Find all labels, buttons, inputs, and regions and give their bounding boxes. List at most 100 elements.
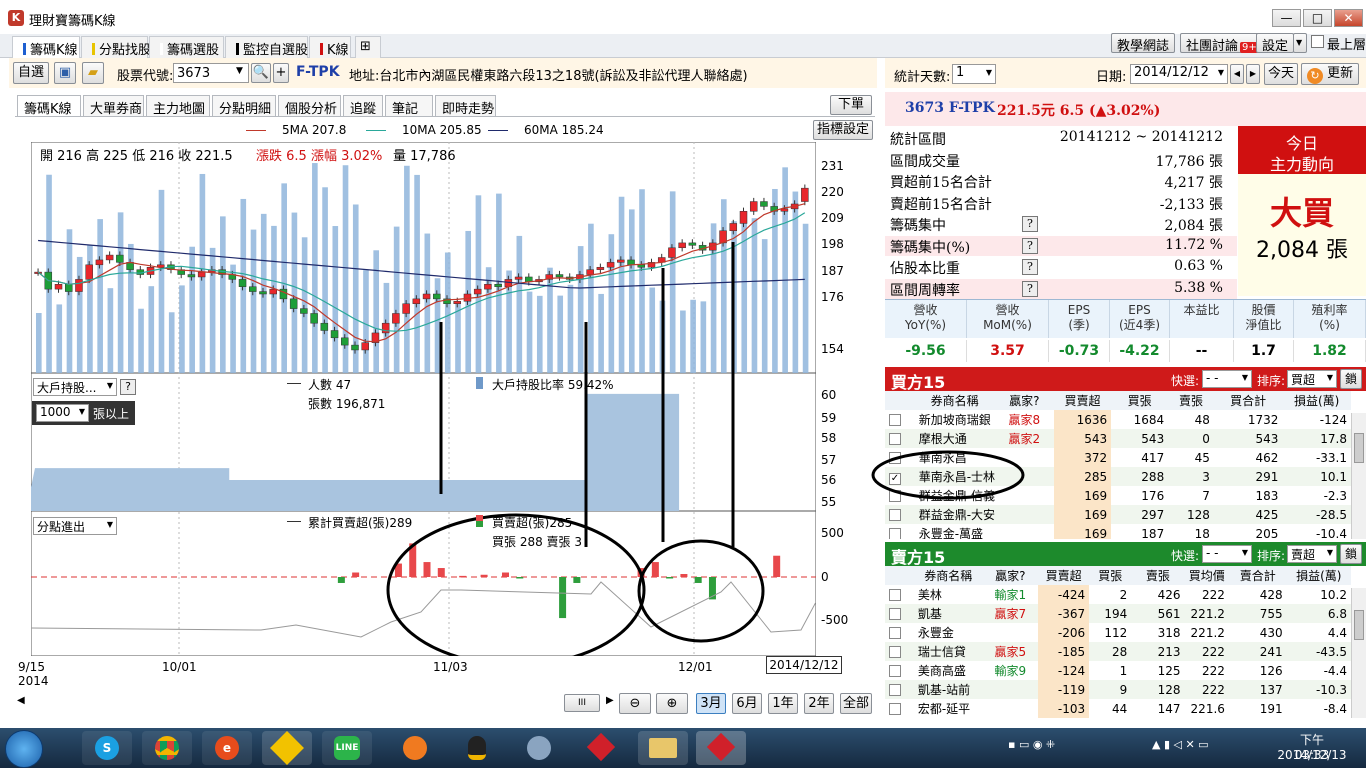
column-header[interactable]: 賣張	[1131, 566, 1184, 585]
chrome-icon[interactable]	[142, 731, 192, 765]
table-row[interactable]: 美林 輸家1 -424 2 426 222 428 10.2	[885, 585, 1351, 604]
sub-tab-6[interactable]: 筆記	[385, 95, 433, 117]
column-header[interactable]: 買賣超	[1038, 566, 1089, 585]
teach-blog-button[interactable]: 教學網誌	[1111, 33, 1176, 54]
start-button[interactable]	[5, 730, 43, 768]
sub-tab-7[interactable]: 即時走勢	[435, 95, 496, 117]
app-globe-icon[interactable]	[514, 731, 564, 765]
sub-tab-5[interactable]: 追蹤	[343, 95, 383, 117]
range-button-4[interactable]: 全部	[840, 693, 872, 714]
column-header[interactable]: 損益(萬)	[1287, 566, 1351, 585]
column-header[interactable]: 買均價	[1185, 566, 1229, 585]
checkbox-icon[interactable]	[889, 607, 901, 620]
sub-tab-4[interactable]: 個股分析	[278, 95, 341, 117]
checkbox-icon[interactable]	[889, 508, 901, 521]
sub-tab-0[interactable]: 籌碼K線	[17, 95, 81, 117]
zoom-out-icon[interactable]: ⊖	[619, 693, 651, 714]
broker-name[interactable]: 凱基-站前	[914, 680, 983, 699]
chevron-down-icon[interactable]: ▼	[236, 66, 243, 76]
table-row[interactable]: 凱基 贏家7 -367 194 561 221.2 755 6.8	[885, 604, 1351, 623]
folder-taskbar-icon[interactable]	[638, 731, 688, 765]
row-checkbox[interactable]	[885, 642, 914, 661]
column-header[interactable]: 買賣超	[1054, 391, 1111, 410]
checkbox-icon[interactable]	[889, 702, 901, 715]
column-header[interactable]: 券商名稱	[914, 566, 983, 585]
line-icon[interactable]: LINE	[322, 731, 372, 765]
column-header[interactable]: 買張	[1089, 566, 1131, 585]
checkbox-icon[interactable]	[889, 527, 901, 539]
sub-tab-2[interactable]: 主力地圖	[146, 95, 210, 117]
column-header[interactable]: 買張	[1111, 391, 1168, 410]
row-checkbox[interactable]	[885, 524, 915, 539]
skype-icon[interactable]: S	[82, 731, 132, 765]
column-header[interactable]: 賣合計	[1229, 566, 1287, 585]
indicator-settings-button[interactable]: 指標設定	[813, 120, 873, 140]
settings-button[interactable]: 設定	[1256, 33, 1295, 54]
buy15-scrollbar[interactable]	[1351, 413, 1366, 539]
sell15-scroll-thumb[interactable]	[1354, 610, 1364, 640]
table-row[interactable]: 瑞士信貸 贏家5 -185 28 213 222 241 -43.5	[885, 642, 1351, 661]
maximize-button[interactable]: □	[1303, 9, 1332, 27]
self-select-button[interactable]: 自選	[13, 62, 49, 84]
broker-name[interactable]: 美林	[914, 585, 983, 604]
table-row[interactable]: 新加坡商瑞銀 贏家8 1636 1684 48 1732 -124	[885, 410, 1351, 429]
checkbox-icon[interactable]	[889, 626, 901, 639]
order-button[interactable]: 下單	[830, 95, 872, 115]
buy15-quick-select[interactable]: - - ▼	[1202, 370, 1252, 388]
row-checkbox[interactable]	[885, 585, 914, 604]
table-row[interactable]: 永豐金 -206 112 318 221.2 430 4.4	[885, 623, 1351, 642]
row-checkbox[interactable]	[885, 680, 914, 699]
stock-chart[interactable]	[31, 142, 816, 656]
threshold-select[interactable]: 1000 ▼	[36, 404, 89, 422]
date-picker[interactable]: 2014/12/12 ▼	[1130, 64, 1228, 84]
tray-icons[interactable]: ▪ ▭ ◉ ⁜	[1008, 738, 1055, 751]
sell15-lock-button[interactable]: 鎖	[1340, 544, 1362, 564]
help-icon[interactable]: ?	[1022, 237, 1038, 254]
ruby-icon[interactable]	[576, 731, 626, 765]
column-header[interactable]: 買合計	[1214, 391, 1283, 410]
zoom-in-icon[interactable]: ⊕	[656, 693, 688, 714]
save-icon[interactable]: ▣	[54, 62, 76, 84]
buy15-sort-select[interactable]: 買超 ▼	[1287, 370, 1337, 388]
row-checkbox[interactable]	[885, 604, 914, 623]
table-row[interactable]: 宏都-延平 -103 44 147 221.6 191 -8.4	[885, 699, 1351, 718]
row-checkbox[interactable]	[885, 623, 914, 642]
row-checkbox[interactable]	[885, 699, 914, 718]
broker-name[interactable]: 凱基	[914, 604, 983, 623]
broker-name[interactable]: 美商高盛	[914, 661, 983, 680]
range-button-1[interactable]: 6月	[732, 693, 762, 714]
row-checkbox[interactable]	[885, 661, 914, 680]
qq-icon[interactable]	[452, 731, 502, 765]
table-row[interactable]: 摩根大通 贏家2 543 543 0 543 17.8	[885, 429, 1351, 448]
table-row[interactable]: 群益金鼎-大安 169 297 128 425 -28.5	[885, 505, 1351, 524]
table-row[interactable]: 永豐金-萬盛 169 187 18 205 -10.4	[885, 524, 1351, 539]
table-row[interactable]: 凱基-站前 -119 9 128 222 137 -10.3	[885, 680, 1351, 699]
today-button[interactable]: 今天	[1264, 63, 1298, 85]
settings-dropdown[interactable]: ▼	[1293, 33, 1307, 53]
minimize-button[interactable]: —	[1272, 9, 1301, 27]
broker-name[interactable]: 宏都-延平	[914, 699, 983, 718]
help-icon[interactable]: ?	[1022, 280, 1038, 297]
broker-name[interactable]: 永豐金	[914, 623, 983, 642]
range-button-3[interactable]: 2年	[804, 693, 834, 714]
forum-button[interactable]: 社團討論 9+	[1180, 33, 1265, 54]
refresh-button[interactable]: ↻ 更新	[1301, 63, 1359, 85]
checkbox-icon[interactable]	[889, 432, 901, 445]
buy15-scroll-thumb[interactable]	[1354, 433, 1364, 463]
scroll-right-icon[interactable]: ▶	[606, 695, 614, 706]
checkbox-icon[interactable]	[889, 588, 901, 601]
buy15-lock-button[interactable]: 鎖	[1340, 369, 1362, 389]
checkbox-icon[interactable]	[889, 683, 901, 696]
prev-day-icon[interactable]: ◀	[1230, 64, 1244, 84]
help-icon[interactable]: ?	[120, 379, 136, 395]
next-day-icon[interactable]: ▶	[1246, 64, 1260, 84]
search-icon[interactable]: 🔍	[251, 63, 271, 83]
add-tab-button[interactable]: ⊞	[355, 36, 381, 58]
always-on-top-checkbox[interactable]	[1311, 35, 1324, 48]
folder-icon[interactable]: ▰	[82, 62, 104, 84]
top-tab-3[interactable]: 監控自選股	[225, 36, 308, 58]
sell15-scrollbar[interactable]	[1351, 588, 1366, 718]
range-button-0[interactable]: 3月	[696, 693, 726, 714]
column-header[interactable]: 券商名稱	[915, 391, 995, 410]
row-checkbox[interactable]	[885, 505, 915, 524]
